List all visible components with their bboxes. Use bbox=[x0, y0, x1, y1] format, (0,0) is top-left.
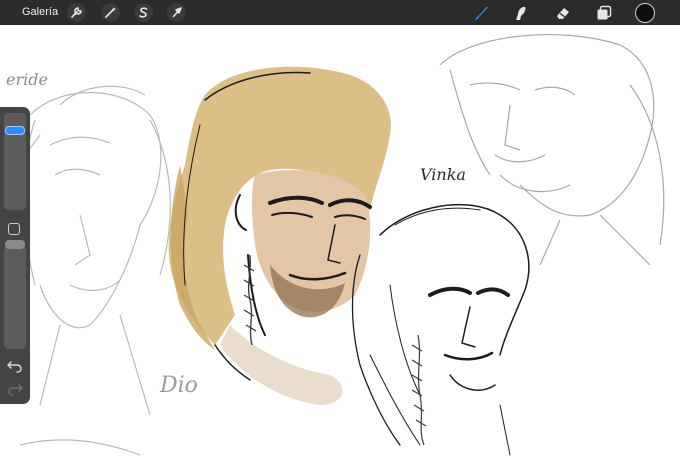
modify-button[interactable] bbox=[8, 223, 20, 235]
left-sidebar bbox=[0, 107, 30, 404]
redo-icon[interactable] bbox=[7, 382, 23, 401]
gallery-button[interactable]: Galería bbox=[22, 6, 58, 18]
brush-size-handle[interactable] bbox=[5, 126, 25, 136]
artist-signature: Vinka bbox=[420, 165, 466, 184]
sketch-text-eride: eride bbox=[6, 70, 48, 89]
arrow-cursor-icon[interactable] bbox=[167, 3, 186, 22]
undo-icon[interactable] bbox=[7, 359, 23, 378]
magic-wand-icon[interactable] bbox=[101, 3, 120, 22]
smudge-finger-icon[interactable] bbox=[511, 3, 531, 23]
eraser-icon[interactable] bbox=[553, 3, 573, 23]
selection-s-icon[interactable] bbox=[134, 3, 153, 22]
drawing-canvas[interactable]: Vinka eride Dio bbox=[0, 25, 680, 472]
sketch-text-dio: Dio bbox=[160, 373, 198, 398]
opacity-handle[interactable] bbox=[5, 239, 25, 249]
layers-icon[interactable] bbox=[594, 3, 614, 23]
opacity-slider[interactable] bbox=[4, 246, 26, 349]
sketch-artwork bbox=[19, 34, 665, 456]
top-toolbar: Galería bbox=[0, 0, 680, 25]
wrench-icon[interactable] bbox=[67, 3, 86, 22]
color-swatch-button[interactable] bbox=[635, 3, 655, 23]
brush-icon[interactable] bbox=[471, 3, 491, 23]
